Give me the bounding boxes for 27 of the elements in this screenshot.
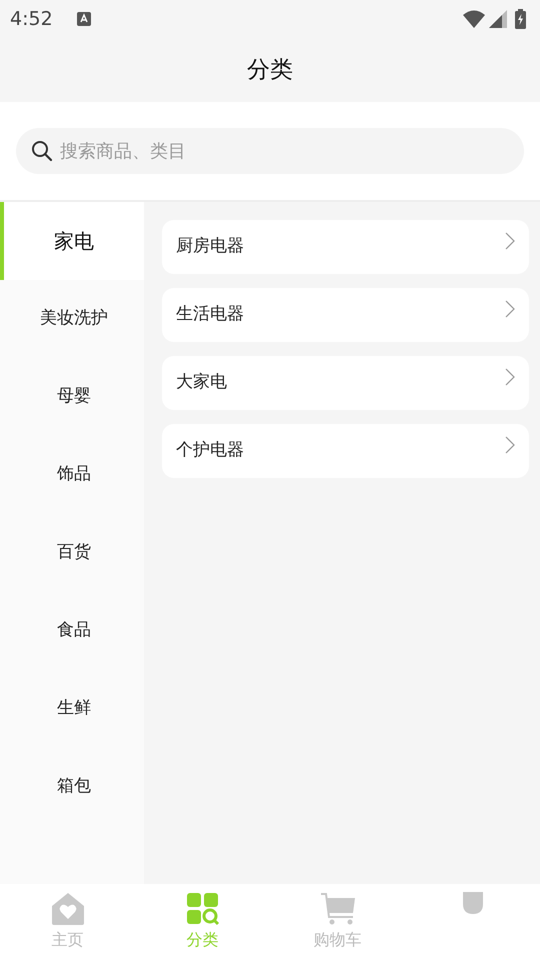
chevron-right-icon xyxy=(505,436,515,454)
home-icon xyxy=(50,892,84,926)
chevron-right-icon xyxy=(505,300,515,318)
keyboard-icon xyxy=(76,12,91,26)
battery-icon xyxy=(515,9,526,29)
category-tab[interactable]: 箱包 xyxy=(0,748,144,826)
search-field[interactable]: 搜索商品、类目 xyxy=(16,128,524,174)
subcategory-item[interactable]: 生活电器 xyxy=(162,288,529,342)
category-tab[interactable]: 百货 xyxy=(0,514,144,592)
signal-icon xyxy=(489,10,507,28)
category-tab[interactable]: 母婴 xyxy=(0,358,144,436)
chevron-right-icon xyxy=(505,368,515,386)
page-title: 分类 xyxy=(247,56,293,85)
wifi-icon xyxy=(463,10,485,28)
chevron-right-icon xyxy=(505,232,515,250)
subcategory-item[interactable]: 大家电 xyxy=(162,356,529,410)
category-tab[interactable]: 美妆洗护 xyxy=(0,280,144,358)
search-icon xyxy=(31,140,53,162)
category-tab[interactable]: 生鲜 xyxy=(0,670,144,748)
category-tab[interactable]: 家电 xyxy=(0,202,144,280)
category-tab[interactable]: 饰品 xyxy=(0,436,144,514)
status-time: 4:52 xyxy=(10,6,53,32)
subcategory-item[interactable]: 个护电器 xyxy=(162,424,529,478)
category-icon xyxy=(186,892,220,926)
category-tab[interactable]: 食品 xyxy=(0,592,144,670)
subcategory-item[interactable]: 厨房电器 xyxy=(162,220,529,274)
cart-icon xyxy=(320,892,356,926)
